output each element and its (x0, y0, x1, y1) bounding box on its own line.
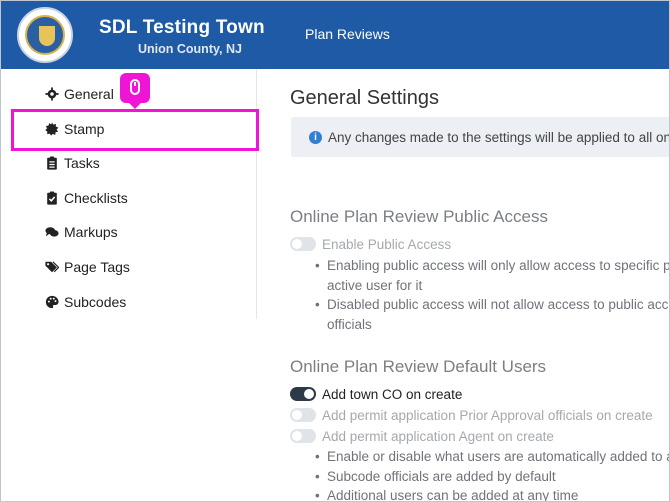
town-co-toggle[interactable] (290, 387, 316, 401)
stamp-highlight-annotation (11, 109, 259, 151)
toggle-label: Add permit application Agent on create (322, 428, 554, 444)
sidebar-item-checklists[interactable]: Checklists (45, 188, 128, 208)
sidebar-item-label: Checklists (64, 190, 128, 206)
palette-icon (45, 295, 59, 309)
comments-icon (45, 227, 59, 237)
app-title: SDL Testing Town (99, 17, 265, 38)
list-item-continuation: officials (327, 316, 372, 332)
sidebar-item-markups[interactable]: Markups (45, 222, 118, 242)
agent-toggle[interactable] (290, 429, 316, 443)
section-title-public-access: Online Plan Review Public Access (290, 207, 548, 226)
list-item-continuation: active user for it (327, 277, 423, 293)
toggle-label: Enable Public Access (322, 236, 452, 252)
default-users-notes: Enable or disable what users are automat… (311, 447, 669, 501)
sidebar-item-label: Page Tags (64, 259, 130, 275)
toggle-label: Add permit application Prior Approval of… (322, 407, 653, 423)
list-item: Disabled public access will not allow ac… (311, 295, 669, 315)
sidebar-item-tasks[interactable]: Tasks (45, 153, 100, 173)
toggle-row-public-access[interactable]: Enable Public Access (290, 235, 451, 253)
app-window: SDL Testing Town Union County, NJ Plan R… (0, 0, 670, 502)
clipboard-list-icon (47, 156, 57, 170)
list-item: Enabling public access will only allow a… (311, 256, 669, 276)
click-indicator-badge (120, 73, 150, 109)
sidebar-item-general[interactable]: General (45, 84, 114, 104)
list-item: Additional users can be added at any tim… (311, 486, 669, 501)
list-item: Subcode officials are added by default (311, 467, 669, 487)
info-alert-text: Any changes made to the settings will be… (328, 129, 670, 145)
toggle-row-agent[interactable]: Add permit application Agent on create (290, 427, 554, 445)
top-header: SDL Testing Town Union County, NJ Plan R… (1, 1, 669, 69)
sidebar-item-label: General (64, 86, 114, 102)
sidebar-item-label: Subcodes (64, 294, 127, 310)
list-item: Enable or disable what users are automat… (311, 447, 669, 467)
sidebar-item-page-tags[interactable]: Page Tags (45, 257, 130, 277)
town-seal-logo (17, 7, 73, 63)
tags-icon (45, 261, 59, 273)
mouse-icon (130, 79, 140, 95)
sidebar-item-subcodes[interactable]: Subcodes (45, 292, 126, 312)
toggle-row-prior-approval[interactable]: Add permit application Prior Approval of… (290, 406, 653, 424)
info-icon: i (309, 130, 322, 144)
toggle-row-town-co[interactable]: Add town CO on create (290, 385, 462, 403)
sidebar-item-label: Tasks (64, 155, 100, 171)
app-subtitle: Union County, NJ (138, 42, 242, 56)
section-title-default-users: Online Plan Review Default Users (290, 357, 547, 376)
sidebar-item-label: Markups (64, 224, 118, 240)
toggle-label: Add town CO on create (322, 386, 463, 402)
nav-plan-reviews[interactable]: Plan Reviews (305, 26, 390, 42)
clipboard-check-icon (47, 191, 57, 205)
gear-icon (45, 87, 59, 101)
prior-approval-toggle[interactable] (290, 408, 316, 422)
info-alert: i Any changes made to the settings will … (291, 117, 670, 157)
page-title: General Settings (290, 87, 439, 109)
public-access-toggle[interactable] (290, 237, 316, 251)
public-access-notes: Enabling public access will only allow a… (311, 256, 669, 334)
